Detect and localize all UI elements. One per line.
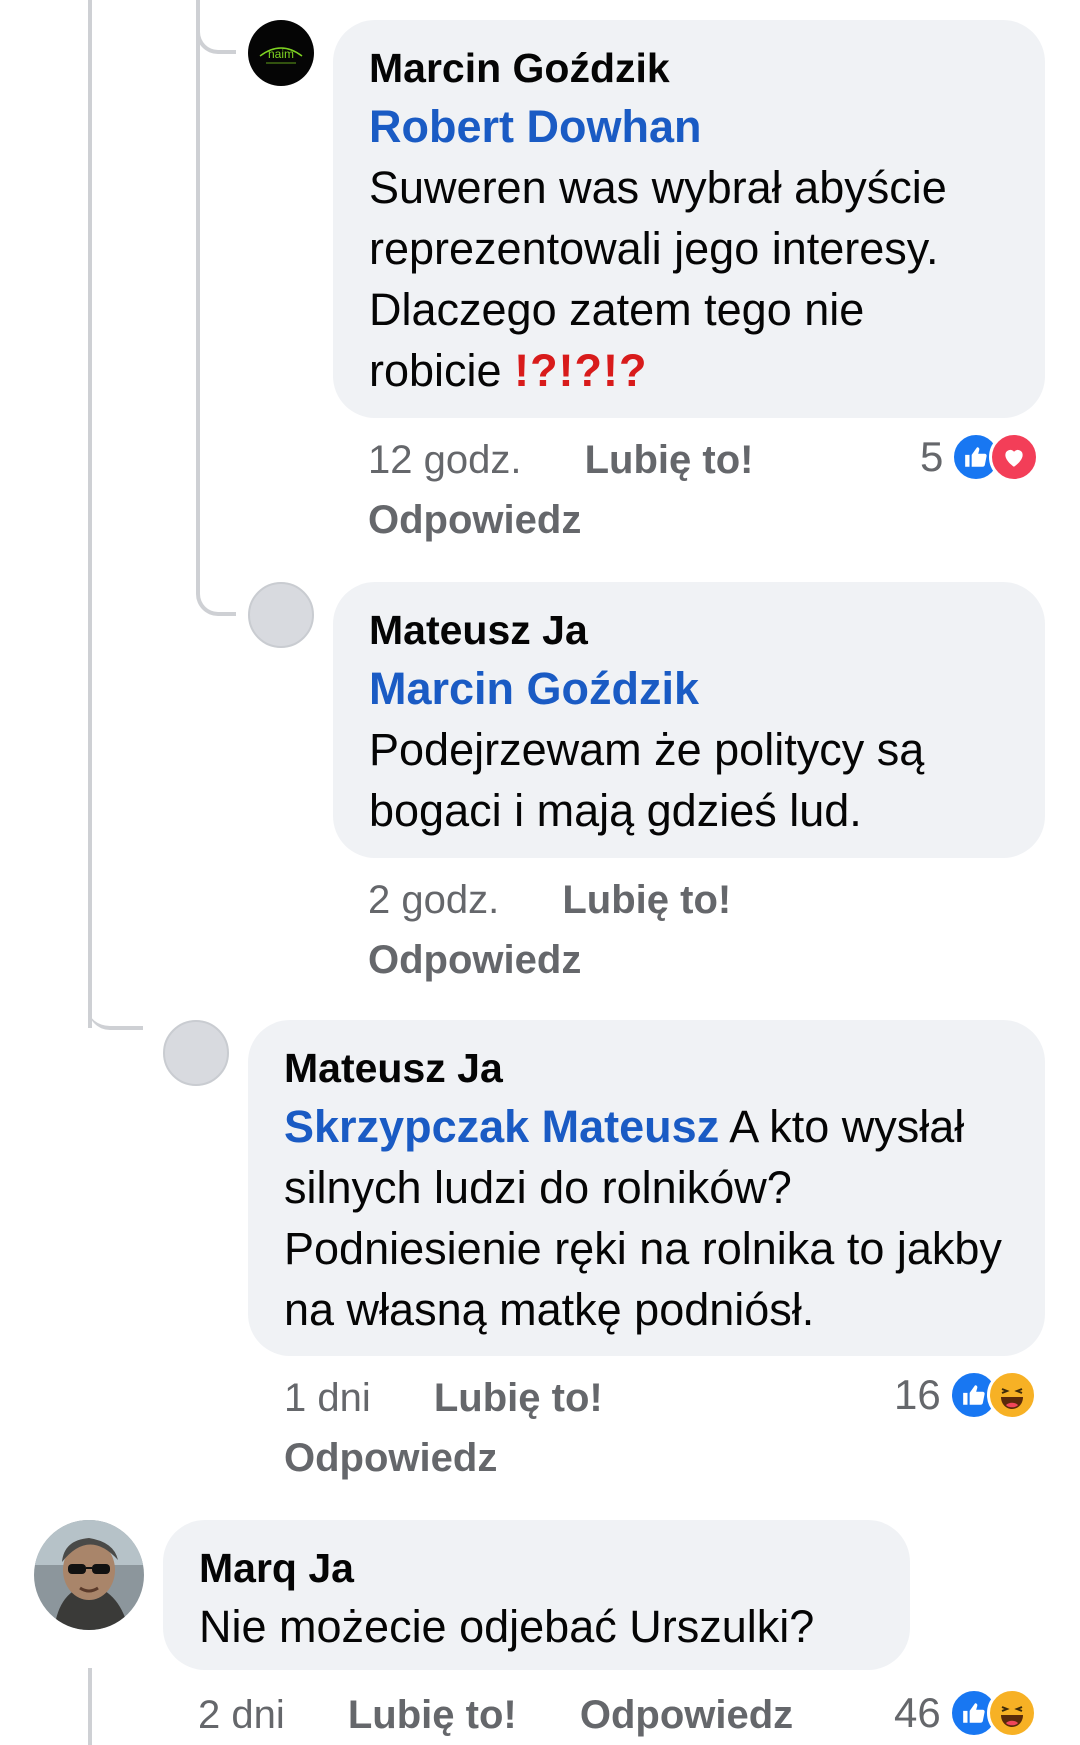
comment-text: Suweren was wybrał abyście reprezentowal… — [369, 162, 947, 396]
thread-connector — [196, 8, 236, 54]
comment-author[interactable]: Mateusz Ja — [284, 1040, 1009, 1096]
reply-button[interactable]: Odpowiedz — [580, 1693, 793, 1737]
thread-line-main — [88, 0, 92, 1028]
thread-line-bottom — [88, 1668, 92, 1745]
thread-connector — [88, 990, 143, 1030]
comment-time[interactable]: 1 dni — [284, 1376, 371, 1420]
comment-bubble: Marq Ja Nie możecie odjebać Urszulki? — [163, 1520, 910, 1670]
haha-icon — [986, 1370, 1037, 1420]
reaction-count: 46 — [894, 1689, 941, 1736]
like-button[interactable]: Lubię to! — [585, 438, 754, 482]
comment-bubble: Marcin Goździk Robert Dowhan Suweren was… — [333, 20, 1045, 418]
thread-connector — [196, 570, 236, 616]
comment-mention[interactable]: Marcin Goździk — [369, 663, 699, 714]
like-button[interactable]: Lubię to! — [562, 878, 731, 922]
reaction-count: 5 — [920, 433, 944, 480]
comment-text: Podejrzewam że politycy są bogaci i mają… — [369, 724, 925, 836]
comment-actions: 1 dni Lubię to! Odpowiedz — [284, 1368, 884, 1488]
avatar[interactable] — [248, 582, 314, 648]
haha-icon — [986, 1688, 1037, 1738]
reply-button[interactable]: Odpowiedz — [368, 498, 581, 542]
reaction-summary[interactable]: 5 — [920, 432, 1040, 482]
comment-bubble: Mateusz Ja Skrzypczak Mateusz A kto wysł… — [248, 1020, 1045, 1356]
exclamation-question-icon: !?!?!? — [514, 345, 648, 396]
comment-actions: 2 dni Lubię to! Odpowiedz — [198, 1685, 918, 1745]
heart-icon — [989, 432, 1040, 482]
avatar[interactable]: naim — [248, 20, 314, 86]
comment-author[interactable]: Marq Ja — [199, 1540, 874, 1596]
comment-mention[interactable]: Robert Dowhan — [369, 101, 702, 152]
reply-button[interactable]: Odpowiedz — [284, 1436, 497, 1480]
comment-text: Nie możecie odjebać Urszulki? — [199, 1601, 815, 1652]
comment-time[interactable]: 2 dni — [198, 1693, 285, 1737]
comment-mention[interactable]: Skrzypczak Mateusz — [284, 1101, 719, 1152]
comment-author[interactable]: Mateusz Ja — [369, 602, 1009, 658]
comment-actions: 12 godz. Lubię to! Odpowiedz — [368, 430, 968, 550]
reaction-summary[interactable]: 46 — [894, 1688, 1037, 1738]
svg-text:naim: naim — [268, 47, 294, 61]
comment-time[interactable]: 2 godz. — [368, 878, 499, 922]
comment-time[interactable]: 12 godz. — [368, 438, 521, 482]
reaction-count: 16 — [894, 1371, 941, 1418]
comment-author[interactable]: Marcin Goździk — [369, 40, 1009, 96]
comment-bubble: Mateusz Ja Marcin Goździk Podejrzewam że… — [333, 582, 1045, 858]
reaction-summary[interactable]: 16 — [894, 1370, 1037, 1420]
avatar[interactable] — [34, 1520, 144, 1630]
like-button[interactable]: Lubię to! — [434, 1376, 603, 1420]
thread-line-nested — [196, 0, 200, 590]
avatar[interactable] — [163, 1020, 229, 1086]
reply-button[interactable]: Odpowiedz — [368, 938, 581, 982]
like-button[interactable]: Lubię to! — [348, 1693, 517, 1737]
comment-actions: 2 godz. Lubię to! Odpowiedz — [368, 870, 968, 990]
